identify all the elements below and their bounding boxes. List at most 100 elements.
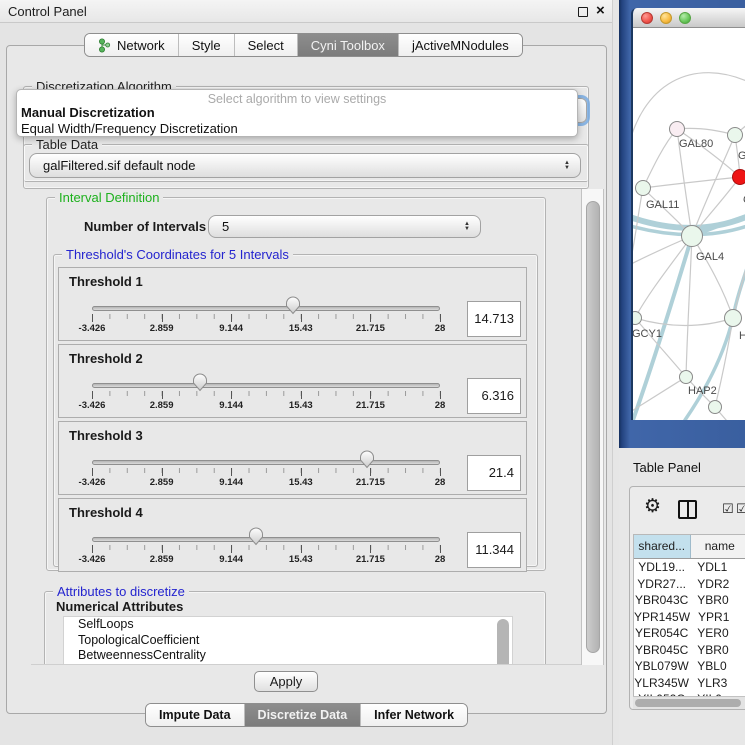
cell-name[interactable]: YBR0 [689,592,745,609]
tick-label: 9.144 [219,323,243,334]
float-window-icon[interactable] [578,7,588,17]
gear-icon[interactable]: ⚙ [644,495,661,518]
minimize-traffic-light[interactable] [660,12,672,24]
table-row[interactable]: YLR345WYLR3 [634,675,745,692]
tab-impute-data[interactable]: Impute Data [146,704,245,726]
cell-shared-name[interactable]: YER054C [634,625,689,642]
threshold-4-slider-track[interactable] [92,537,440,542]
network-node[interactable] [708,400,722,414]
settings-scrollbar-thumb[interactable] [586,201,600,653]
tab-discretize-data[interactable]: Discretize Data [245,704,362,726]
tab-select[interactable]: Select [235,34,298,56]
network-node-c[interactable] [732,169,745,185]
table-data-combobox[interactable]: galFiltered.sif default node ▲▼ [29,153,581,178]
table-row[interactable]: YDL19...YDL1 [634,559,745,576]
threshold-4-slider-thumb[interactable] [248,527,264,546]
network-node-gal11[interactable] [635,180,651,196]
attribute-list-item[interactable]: SelfLoops [64,617,512,633]
network-canvas[interactable]: GAL80GCGAL11GAL4GCY1HHAP2 [633,28,745,420]
tab-style[interactable]: Style [179,34,235,56]
threshold-2-slider-track[interactable] [92,383,440,388]
attribute-list-item[interactable]: TopologicalCoefficient [64,633,512,649]
table-row[interactable]: YBR045CYBR0 [634,642,745,659]
close-icon[interactable]: × [596,2,605,19]
list-scrollbar[interactable] [497,619,509,665]
table-row[interactable]: YBL079WYBL0 [634,658,745,675]
cell-name[interactable]: YDL1 [689,559,745,576]
split-columns-icon[interactable] [678,500,697,519]
cell-shared-name[interactable]: YBR043C [634,592,689,609]
cell-name[interactable]: YDR2 [689,576,745,593]
cell-shared-name[interactable]: YBL079W [634,658,689,675]
checkbox-icon[interactable]: ☑ [736,501,745,517]
threshold-3-slider-thumb[interactable] [359,450,375,469]
numerical-attributes-label: Numerical Attributes [56,599,183,614]
threshold-1-value-field[interactable]: 14.713 [467,301,521,337]
cell-name[interactable]: YER0 [689,625,745,642]
table-header-row: shared... name [634,535,745,559]
tab-network[interactable]: Network [85,34,179,56]
zoom-traffic-light[interactable] [679,12,691,24]
tick-label: 9.144 [219,554,243,565]
table-row[interactable]: YDR27...YDR2 [634,576,745,593]
cell-shared-name[interactable]: YPR145W [634,609,690,626]
major-tick [370,545,371,553]
threshold-2-label: Threshold 2 [69,351,143,366]
network-node-gal4[interactable] [681,225,703,247]
threshold-1-slider-thumb[interactable] [285,296,301,315]
table-row[interactable]: YBR043CYBR0 [634,592,745,609]
threshold-1-slider-track[interactable] [92,306,440,311]
close-traffic-light[interactable] [641,12,653,24]
table-row[interactable]: YPR145WYPR1 [634,609,745,626]
dropdown-option-equal-width[interactable]: Equal Width/Frequency Discretization [17,121,577,137]
tab-infer-network[interactable]: Infer Network [361,704,467,726]
threshold-3-slider-track[interactable] [92,460,440,465]
network-node-h[interactable] [724,309,742,327]
network-node-gal80[interactable] [669,121,685,137]
cell-shared-name[interactable]: YDR27... [634,576,689,593]
tab-cyni-toolbox[interactable]: Cyni Toolbox [298,34,399,56]
tab-jactivemnodules[interactable]: jActiveMNodules [399,34,522,56]
network-window[interactable]: GAL80GCGAL11GAL4GCY1HHAP2 [631,8,745,420]
table-hscrollbar[interactable] [633,696,745,709]
number-of-intervals-label: Number of Intervals [84,219,206,234]
threshold-4-value-field[interactable]: 11.344 [467,532,521,568]
network-view-region: GAL80GCGAL11GAL4GCY1HHAP2 [619,0,745,448]
threshold-3-label: Threshold 3 [69,428,143,443]
column-header-shared-name[interactable]: shared... [634,535,691,558]
network-node-g[interactable] [727,127,743,143]
table-hscrollbar-thumb[interactable] [635,699,741,707]
slider-tick-labels: -3.4262.8599.14415.4321.71528 [92,468,440,490]
network-edges [633,28,745,420]
number-of-intervals-combobox[interactable]: 5 ▲▼ [208,215,481,238]
threshold-3-value-field[interactable]: 21.4 [467,455,521,491]
attribute-list-item[interactable]: BetweennessCentrality [64,648,512,664]
dropdown-option-manual[interactable]: Manual Discretization [17,105,577,121]
settings-scrollbar-track[interactable] [581,189,604,665]
cell-name[interactable]: YLR3 [689,675,745,692]
network-node-hap2[interactable] [679,370,693,384]
threshold-4-label: Threshold 4 [69,505,143,520]
cell-shared-name[interactable]: YDL19... [634,559,689,576]
tick-label: 9.144 [219,400,243,411]
toolbox-tabs: Network Style Select Cyni Toolbox jActiv… [84,33,523,57]
column-header-name[interactable]: name [691,535,745,558]
cell-name[interactable]: YPR1 [690,609,745,626]
tick-label: 21.715 [356,400,385,411]
cell-name[interactable]: YBR0 [689,642,745,659]
cyni-toolbox-panel: Discretization Algorithm Select algorith… [6,45,607,714]
numerical-attributes-list[interactable]: SelfLoopsTopologicalCoefficientBetweenne… [63,616,513,665]
apply-button[interactable]: Apply [254,671,318,692]
threshold-2-slider-thumb[interactable] [192,373,208,392]
node-label: GAL80 [679,138,713,150]
tick-label: 2.859 [150,477,174,488]
table-row[interactable]: YER054CYER0 [634,625,745,642]
tick-label: 2.859 [150,323,174,334]
cell-name[interactable]: YBL0 [689,658,745,675]
split-pane-divider[interactable] [612,0,619,745]
network-window-titlebar[interactable] [633,8,745,28]
checkbox-icon[interactable]: ☑ [722,501,734,517]
threshold-2-value-field[interactable]: 6.316 [467,378,521,414]
cell-shared-name[interactable]: YBR045C [634,642,689,659]
cell-shared-name[interactable]: YLR345W [634,675,689,692]
